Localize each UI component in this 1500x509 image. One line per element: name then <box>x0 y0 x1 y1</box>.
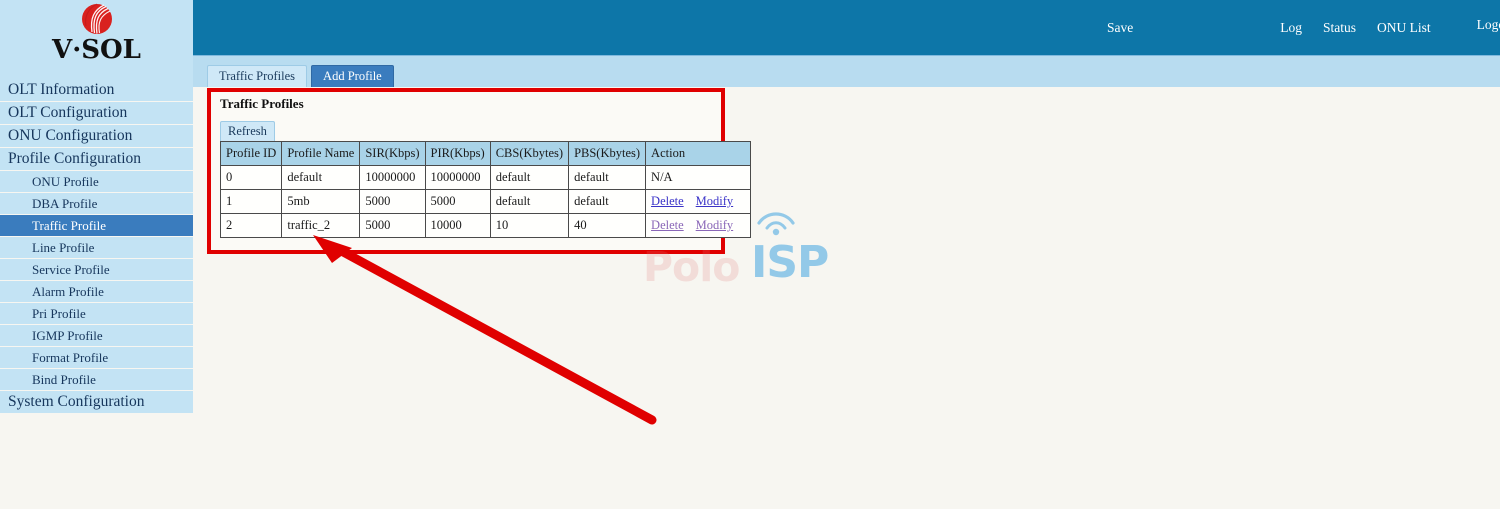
sidebar-nav: OLT Information OLT Configuration ONU Conf… <box>0 79 193 414</box>
sidebar-item-label: Pri Profile <box>32 306 86 321</box>
delete-link[interactable]: Delete <box>651 218 684 232</box>
sidebar-item-label: IGMP Profile <box>32 328 103 343</box>
header-links: Log Status ONU List Logout <box>1280 17 1500 39</box>
cell-profile_id: 0 <box>219 165 283 190</box>
cell-action: Delete Modify <box>645 189 752 214</box>
logout-link[interactable]: Logout <box>1477 17 1500 33</box>
log-link[interactable]: Log <box>1280 20 1302 36</box>
brand-logo: V·SOL <box>0 0 193 79</box>
vsol-swirl-icon <box>81 3 112 34</box>
sidebar-item-label: Line Profile <box>32 240 95 255</box>
content-area: Polo ISP Traffic Profiles Refresh Profil… <box>193 87 1500 509</box>
page-root: V·SOL OLT Information OLT Configuration ON… <box>0 0 1500 509</box>
sidebar-item-profile-configuration[interactable]: Profile Configuration <box>0 148 193 171</box>
cell-profile_name: 5mb <box>281 189 361 214</box>
cell-pir: 5000 <box>424 189 491 214</box>
sidebar-item-label: ONU Configuration <box>8 127 133 144</box>
sidebar-item-label: DBA Profile <box>32 196 98 211</box>
sidebar-item-label: Bind Profile <box>32 372 96 387</box>
top-header-bar: Save Log Status ONU List Logout <box>193 0 1500 55</box>
traffic-profiles-panel: Traffic Profiles Refresh Profile ID Profi… <box>207 88 752 254</box>
sidebar-item-label: ONU Profile <box>32 174 99 189</box>
sidebar-item-olt-configuration[interactable]: OLT Configuration <box>0 102 193 125</box>
table-row: 0 default 10000000 10000000 default default N/… <box>219 165 752 190</box>
tab-strip: Traffic Profiles Add Profile <box>193 55 1500 87</box>
sidebar-item-igmp-profile[interactable]: IGMP Profile <box>0 325 193 347</box>
column-header: CBS(Kbytes) <box>489 141 570 166</box>
wifi-tower-icon <box>757 212 795 236</box>
status-link[interactable]: Status <box>1323 20 1356 36</box>
sidebar-item-label: Traffic Profile <box>32 218 107 233</box>
sidebar-item-system-configuration[interactable]: System Configuration <box>0 391 193 414</box>
sidebar-item-label: OLT Information <box>8 81 115 98</box>
sidebar-item-line-profile[interactable]: Line Profile <box>0 237 193 259</box>
column-header: Profile Name <box>281 141 361 166</box>
cell-pbs: default <box>568 189 647 214</box>
tab-add-profile[interactable]: Add Profile <box>311 65 394 87</box>
brand-name: V·SOL <box>52 35 141 65</box>
sidebar-item-dba-profile[interactable]: DBA Profile <box>0 193 193 215</box>
cell-sir: 10000000 <box>359 165 426 190</box>
sidebar-item-format-profile[interactable]: Format Profile <box>0 347 193 369</box>
cell-sir: 5000 <box>359 213 426 238</box>
column-header: SIR(Kbps) <box>359 141 426 166</box>
tab-traffic-profiles[interactable]: Traffic Profiles <box>207 65 308 87</box>
column-header: Profile ID <box>219 141 283 166</box>
cell-profile_id: 2 <box>219 213 283 238</box>
sidebar-item-label: OLT Configuration <box>8 104 128 121</box>
save-button[interactable]: Save <box>1107 20 1133 36</box>
table-row: 2 traffic_2 5000 10000 10 40 Delete Modify <box>219 213 752 238</box>
cell-cbs: default <box>489 189 570 214</box>
column-header: Action <box>645 141 752 166</box>
refresh-button[interactable]: Refresh <box>220 121 275 141</box>
cell-action: N/A <box>645 165 752 190</box>
sidebar-item-label: System Configuration <box>8 393 145 410</box>
sidebar-item-label: Service Profile <box>32 262 110 277</box>
cell-pbs: default <box>568 165 647 190</box>
action-not-available: N/A <box>651 170 673 184</box>
sidebar-item-label: Profile Configuration <box>8 150 142 167</box>
cell-pir: 10000000 <box>424 165 491 190</box>
sidebar-item-pri-profile[interactable]: Pri Profile <box>0 303 193 325</box>
sidebar-item-label: Format Profile <box>32 350 109 365</box>
sidebar-item-service-profile[interactable]: Service Profile <box>0 259 193 281</box>
cell-action: Delete Modify <box>645 213 752 238</box>
onu-list-link[interactable]: ONU List <box>1377 20 1431 36</box>
watermark-isp-text: ISP <box>751 237 829 288</box>
cell-pir: 10000 <box>424 213 491 238</box>
column-header: PBS(Kbytes) <box>568 141 647 166</box>
table-row: 1 5mb 5000 5000 default default Delete Modify <box>219 189 752 214</box>
table-header-row: Profile ID Profile Name SIR(Kbps) PIR(Kbps)… <box>219 141 752 166</box>
main-area: Save Log Status ONU List Logout Traffic … <box>193 0 1500 509</box>
cell-pbs: 40 <box>568 213 647 238</box>
traffic-profiles-table: Profile ID Profile Name SIR(Kbps) PIR(Kbps)… <box>219 141 752 238</box>
sidebar-item-onu-configuration[interactable]: ONU Configuration <box>0 125 193 148</box>
cell-cbs: 10 <box>489 213 570 238</box>
cell-cbs: default <box>489 165 570 190</box>
column-header: PIR(Kbps) <box>424 141 491 166</box>
table-body: 0 default 10000000 10000000 default default N/… <box>219 165 752 238</box>
panel-title: Traffic Profiles <box>220 96 304 111</box>
sidebar-item-onu-profile[interactable]: ONU Profile <box>0 171 193 193</box>
delete-link[interactable]: Delete <box>651 194 684 208</box>
cell-profile_name: default <box>281 165 361 190</box>
sidebar-item-bind-profile[interactable]: Bind Profile <box>0 369 193 391</box>
modify-link[interactable]: Modify <box>696 194 734 208</box>
cell-profile_id: 1 <box>219 189 283 214</box>
cell-profile_name: traffic_2 <box>281 213 361 238</box>
sidebar: V·SOL OLT Information OLT Configuration ON… <box>0 0 193 509</box>
sidebar-item-alarm-profile[interactable]: Alarm Profile <box>0 281 193 303</box>
modify-link[interactable]: Modify <box>696 218 734 232</box>
sidebar-item-olt-information[interactable]: OLT Information <box>0 79 193 102</box>
sidebar-item-label: Alarm Profile <box>32 284 104 299</box>
sidebar-item-traffic-profile[interactable]: Traffic Profile <box>0 215 193 237</box>
cell-sir: 5000 <box>359 189 426 214</box>
